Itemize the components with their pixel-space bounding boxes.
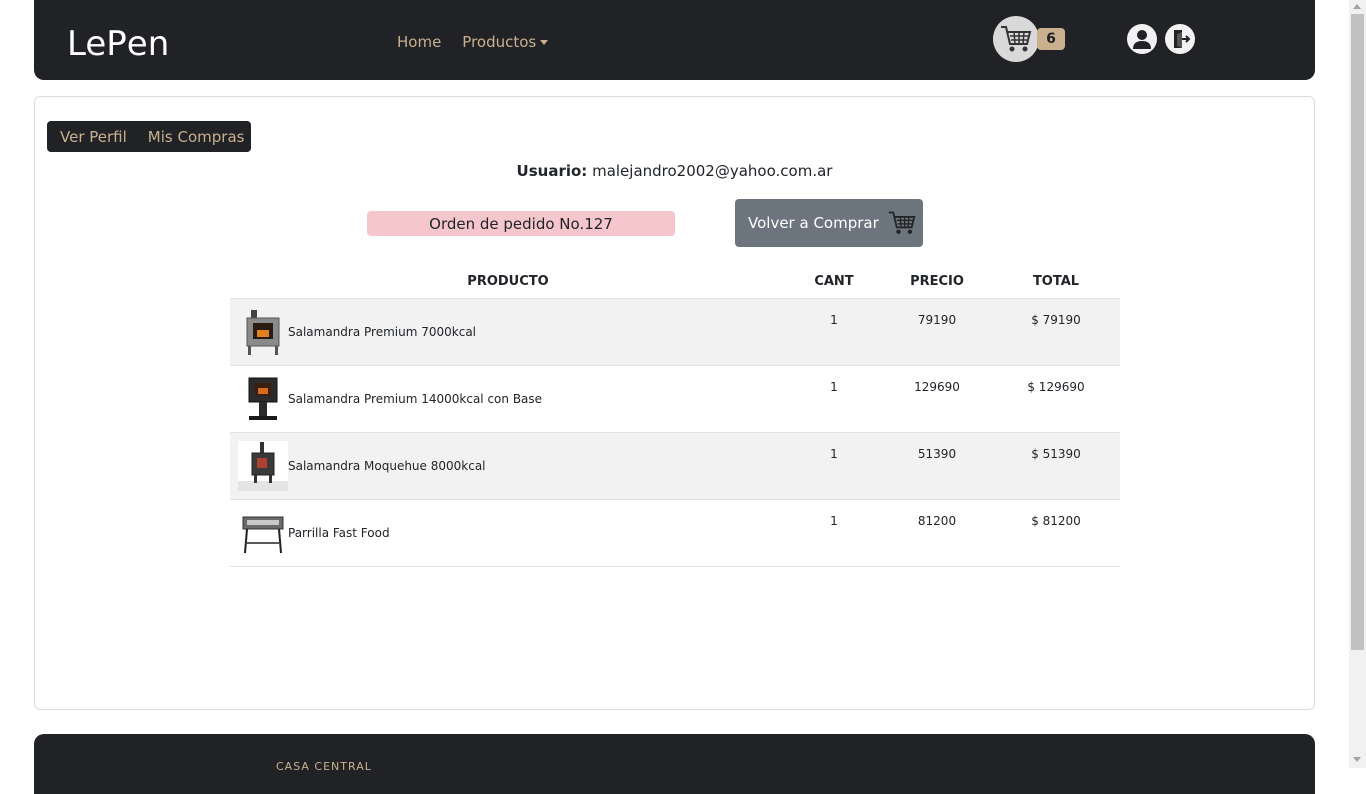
- product-thumbnail: [238, 441, 288, 491]
- brand-logo[interactable]: Le Pen: [67, 18, 169, 64]
- table-row: Salamandra Premium 7000kcal 1 79190 $ 79…: [230, 299, 1120, 366]
- product-precio: 129690: [914, 380, 960, 394]
- volver-a-comprar-label: Volver a Comprar: [748, 214, 879, 232]
- product-cant: 1: [830, 447, 838, 461]
- product-total: $ 81200: [1031, 514, 1081, 528]
- header-precio: PRECIO: [910, 274, 964, 289]
- user-email: malejandro2002@yahoo.com.ar: [592, 162, 833, 180]
- product-name: Salamandra Premium 7000kcal: [288, 325, 477, 339]
- product-cell: Salamandra Moquehue 8000kcal: [230, 433, 786, 499]
- nav-links: Home Productos: [397, 33, 549, 51]
- scroll-down-icon[interactable]: [1353, 757, 1361, 762]
- navbar: Le Pen Home Productos 6: [34, 0, 1315, 80]
- product-cant: 1: [830, 313, 838, 327]
- product-thumbnail: [238, 307, 288, 357]
- user-label: Usuario:: [516, 162, 588, 180]
- user-icon: [1133, 30, 1151, 49]
- table-row: Salamandra Moquehue 8000kcal 1 51390 $ 5…: [230, 433, 1120, 500]
- cart-button[interactable]: [993, 16, 1039, 62]
- ver-perfil-link[interactable]: Ver Perfil: [54, 128, 127, 146]
- volver-a-comprar-button[interactable]: Volver a Comprar: [735, 199, 923, 247]
- cart-icon: [1001, 26, 1032, 52]
- cart-icon: [888, 211, 916, 234]
- product-name: Salamandra Moquehue 8000kcal: [288, 459, 486, 473]
- table-row: Salamandra Premium 14000kcal con Base 1 …: [230, 366, 1120, 433]
- mis-compras-link[interactable]: Mis Compras: [148, 128, 245, 146]
- profile-subnav: Ver Perfil Mis Compras: [47, 121, 252, 152]
- caret-down-icon: [540, 40, 549, 45]
- product-total: $ 79190: [1031, 313, 1081, 327]
- logo-flame-p: P: [106, 24, 127, 64]
- logout-icon: [1174, 30, 1191, 48]
- page-scrollbar[interactable]: [1349, 0, 1366, 768]
- order-number-badge: Orden de pedido No.127: [367, 211, 675, 236]
- table-header: PRODUCTO CANT PRECIO TOTAL: [230, 265, 1120, 299]
- product-precio: 81200: [917, 514, 957, 528]
- header-producto: PRODUCTO: [467, 274, 549, 289]
- nav-productos-label: Productos: [462, 33, 537, 51]
- product-cant: 1: [830, 514, 838, 528]
- scroll-thumb[interactable]: [1351, 14, 1364, 650]
- scroll-up-icon[interactable]: [1353, 4, 1361, 9]
- product-thumbnail: [238, 374, 288, 424]
- nav-home-link[interactable]: Home: [397, 33, 441, 51]
- nav-productos-dropdown[interactable]: Productos: [462, 33, 549, 51]
- product-cant: 1: [830, 380, 838, 394]
- product-precio: 51390: [917, 447, 957, 461]
- product-cell: Salamandra Premium 14000kcal con Base: [230, 366, 786, 432]
- user-info: Usuario: malejandro2002@yahoo.com.ar: [35, 162, 1314, 180]
- main-card: Ver Perfil Mis Compras Usuario: malejand…: [34, 96, 1315, 710]
- product-thumbnail: [238, 508, 288, 558]
- logout-button[interactable]: [1165, 24, 1195, 54]
- cart-count-badge: 6: [1037, 28, 1065, 50]
- product-total: $ 51390: [1031, 447, 1081, 461]
- footer-title: CASA CENTRAL: [276, 760, 372, 773]
- product-precio: 79190: [917, 313, 957, 327]
- table-row: Parrilla Fast Food 1 81200 $ 81200: [230, 500, 1120, 567]
- product-name: Parrilla Fast Food: [288, 526, 390, 540]
- product-cell: Salamandra Premium 7000kcal: [230, 299, 786, 365]
- user-profile-button[interactable]: [1127, 24, 1157, 54]
- header-total: TOTAL: [1032, 274, 1080, 289]
- logo-text-en: en: [126, 24, 170, 64]
- header-cant: CANT: [814, 274, 854, 289]
- logo-text-le: Le: [67, 24, 107, 64]
- product-cell: Parrilla Fast Food: [230, 500, 786, 566]
- order-items-table: PRODUCTO CANT PRECIO TOTAL Salamandra Pr…: [230, 265, 1120, 567]
- footer: CASA CENTRAL: [34, 734, 1315, 794]
- product-total: $ 129690: [1027, 380, 1085, 394]
- product-name: Salamandra Premium 14000kcal con Base: [288, 392, 543, 406]
